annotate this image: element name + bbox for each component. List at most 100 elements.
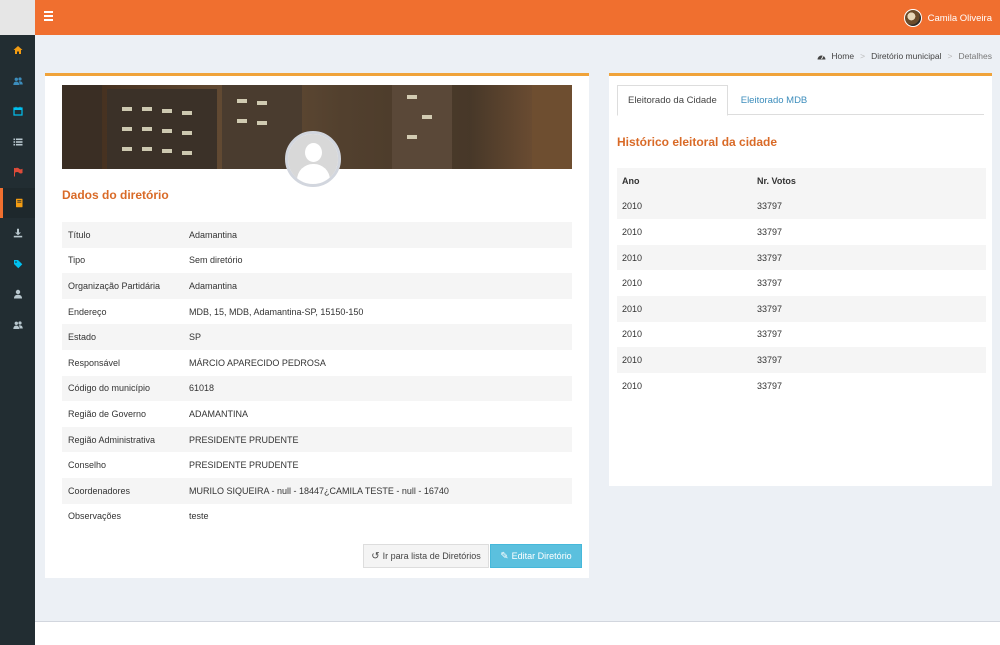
year-cell: 2010 [622,303,643,314]
home-icon [13,46,22,55]
breadcrumb-directory[interactable]: Diretório municipal [871,51,941,61]
calendar-icon [12,107,23,116]
year-cell: 2010 [622,226,643,237]
table-row: Organização Partidária Adamantina [62,273,572,299]
field-label: Coordenadores [68,485,131,496]
table-row: Estado SP [62,324,572,350]
field-value: Adamantina [189,280,238,291]
sidebar-item-flag[interactable] [0,157,35,188]
table-row: 2010 33797 [617,193,986,220]
directory-details-table: Título Adamantina Tipo Sem diretório Organiz… [62,222,572,529]
section-title: Dados do diretório [62,188,169,202]
field-label: Tipo [68,255,86,266]
field-label: Organização Partidária [68,280,161,291]
table-row: 2010 33797 [617,219,986,245]
field-label: Código do município [68,383,151,394]
sidebar-item-directory[interactable] [0,187,35,218]
sidebar-item-home[interactable] [0,35,35,66]
footer [35,621,1000,645]
year-cell: 2010 [622,278,643,289]
download-icon [13,229,22,238]
logo-area [0,0,35,35]
dashboard-icon [817,55,826,60]
table-row: Título Adamantina [62,222,572,248]
table-row: Coordenadores MURILO SIQUEIRA - null - 18… [62,477,572,504]
group-icon [12,321,23,329]
sidebar-item-list[interactable] [0,127,35,158]
table-row: 2010 33797 [617,244,986,271]
avatar[interactable] [903,9,922,27]
votes-cell: 33797 [757,226,783,237]
user-name[interactable]: Camila Oliveira [928,13,992,24]
table-row: 2010 33797 [617,270,986,296]
field-label: Observações [68,511,122,522]
field-label: Título [68,229,91,240]
field-label: Região Administrativa [68,434,156,445]
table-row: Região de Governo ADAMANTINA [62,401,572,427]
menu-toggle-icon[interactable] [44,11,53,23]
history-title: Histórico eleitoral da cidade [617,135,778,149]
field-value: 61018 [189,383,215,394]
field-label: Região de Governo [68,408,147,419]
field-value: MÁRCIO APARECIDO PEDROSA [189,357,326,368]
sidebar-item-users[interactable] [0,66,35,97]
user-icon [13,290,22,299]
undo-icon: ↺ [371,550,380,562]
field-value: Adamantina [189,229,238,240]
breadcrumb-home[interactable]: Home [831,51,854,61]
field-label: Responsável [68,357,121,368]
back-to-list-label: Ir para lista de Diretórios [382,551,481,561]
list-icon [13,138,22,146]
table-row: Conselho PRESIDENTE PRUDENTE [62,452,572,478]
field-value: SP [189,332,202,343]
sidebar-item-group[interactable] [0,310,35,341]
table-row: Tipo Sem diretório [62,248,572,274]
table-header-row: Ano Nr. Votos [617,168,986,194]
field-label: Conselho [68,460,107,471]
year-cell: 2010 [622,329,643,340]
book-icon [16,198,23,207]
table-row: Código do município 61018 [62,375,572,402]
back-to-list-button[interactable]: ↺ Ir para lista de Diretórios [363,544,489,568]
field-value: teste [189,511,209,522]
breadcrumb: Home > Diretório municipal > Detalhes [817,51,992,61]
field-value: Sem diretório [189,255,243,266]
field-label: Estado [68,332,97,343]
breadcrumb-current: Detalhes [958,51,992,61]
year-cell: 2010 [622,201,643,212]
table-row: 2010 33797 [617,295,986,322]
tab-city-electorate[interactable]: Eleitorado da Cidade [617,85,728,116]
sidebar-item-calendar[interactable] [0,96,35,127]
column-header-votes: Nr. Votos [757,175,796,186]
table-row: 2010 33797 [617,373,986,399]
edit-directory-button[interactable]: ✎ Editar Diretório [490,544,582,568]
votes-cell: 33797 [757,278,783,289]
sidebar-item-user[interactable] [0,279,35,310]
directory-card: Dados do diretório Título Adamantina Tipo S… [45,73,589,578]
votes-cell: 33797 [757,354,783,365]
electorate-card: Eleitorado da Cidade Eleitorado MDB Hist… [609,73,992,486]
users-icon [12,77,23,85]
electorate-tabs: Eleitorado da Cidade Eleitorado MDB [617,85,984,116]
flag-icon [13,167,22,177]
votes-cell: 33797 [757,329,783,340]
votes-cell: 33797 [757,252,783,263]
field-value: ADAMANTINA [189,408,249,419]
year-cell: 2010 [622,354,643,365]
field-value: MURILO SIQUEIRA - null - 18447¿CAMILA TE… [189,485,449,496]
year-cell: 2010 [622,252,643,263]
user-menu[interactable]: Camila Oliveira [903,8,992,28]
sidebar-item-tag[interactable] [0,249,35,280]
breadcrumb-separator: > [947,51,953,61]
table-row: 2010 33797 [617,347,986,373]
votes-cell: 33797 [757,380,783,391]
field-value: PRESIDENTE PRUDENTE [189,460,299,471]
tab-mdb-electorate[interactable]: Eleitorado MDB [731,85,818,115]
table-row: Responsável MÁRCIO APARECIDO PEDROSA [62,350,572,376]
table-row: Observações teste [62,504,572,530]
votes-cell: 33797 [757,201,783,212]
sidebar-item-download[interactable] [0,218,35,249]
votes-cell: 33797 [757,303,783,314]
column-header-year: Ano [622,175,640,186]
table-row: Endereço MDB, 15, MDB, Adamantina-SP, 151… [62,299,572,325]
